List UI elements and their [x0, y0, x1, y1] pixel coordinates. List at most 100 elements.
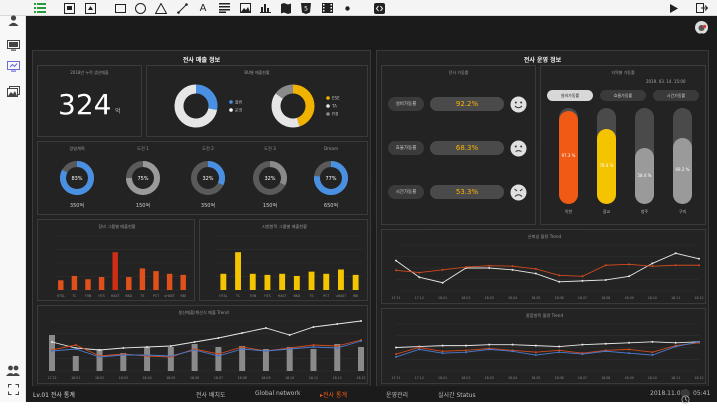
user-icon[interactable] [5, 12, 21, 28]
tick-label: 17.11 [391, 376, 400, 380]
nav-statistics[interactable]: ▸전사 통계 [320, 390, 347, 399]
bar [310, 349, 317, 371]
play-icon[interactable] [668, 2, 680, 14]
plan-percent: 77% [325, 176, 336, 182]
exit-icon[interactable] [695, 2, 709, 14]
circle-icon[interactable] [133, 2, 147, 14]
dashboard-canvas: 전사 매출 정보 2018년 누적 생산매출 324 억 BU별 매출현황 물류… [26, 16, 717, 402]
paragraph-icon[interactable] [217, 2, 231, 14]
cumulative-sales-value: 324 [58, 88, 112, 121]
data-point [241, 348, 244, 350]
bar [279, 273, 286, 290]
image-frame-icon[interactable] [62, 2, 76, 14]
series-line [395, 341, 700, 348]
group-icon[interactable] [5, 362, 21, 378]
tick-label: 18.06 [555, 376, 564, 380]
production-trend-panel: 생산매출/계산식 매출 Trend 17.12 18.01 18.02 18.03 18.… [37, 305, 368, 384]
tab-efficiency-rate[interactable]: 효율가동률 [600, 90, 646, 101]
line-icon[interactable] [175, 2, 189, 14]
nav-global-network[interactable]: Global network [255, 390, 300, 397]
bu-donut-slice [275, 84, 294, 99]
equipment-sales-panel: 장비 그룹별 매출현황 HTSL TC THB HTS HAST BKD TS PCT uHAST… [37, 219, 195, 301]
data-point [651, 265, 654, 268]
bu-donut-slice [292, 84, 315, 127]
combined-trend-panel: 종합항목 물량 Trend 17.11 17.12 18.01 18.02 18.03 18… [381, 308, 706, 384]
rate-label[interactable]: 설비가동률 [388, 97, 424, 111]
legend-dot [229, 108, 233, 112]
data-point [581, 353, 584, 356]
tick-label: 18.05 [166, 376, 175, 380]
tick-label: 18.09 [625, 376, 634, 380]
images-icon[interactable] [5, 83, 21, 99]
text-icon[interactable]: A [196, 2, 210, 14]
data-point [418, 348, 421, 351]
tick-label: 18.10 [285, 376, 294, 380]
avatar[interactable] [695, 21, 708, 34]
rate-value: 68.3% [430, 141, 504, 155]
rate-label[interactable]: 시간가동률 [388, 185, 424, 199]
rate-value: 53.3% [430, 185, 504, 199]
rectangle-icon[interactable] [113, 2, 127, 14]
operations-section-title: 전사 운영 정보 [523, 57, 562, 64]
data-point [651, 340, 654, 343]
screen-icon[interactable] [5, 58, 21, 74]
cumulative-sales-panel: 2018년 누적 생산매출 324 억 [37, 65, 142, 137]
tick-label: 18.11 [309, 376, 318, 380]
data-point [464, 351, 467, 354]
nav-realtime-status[interactable]: 실시간 Status [438, 390, 476, 399]
data-point [628, 341, 631, 344]
bu-donut-slice [271, 93, 300, 128]
legend-label: ESE [332, 96, 340, 101]
operations-section: 전사 운영 정보 전사 가동률 설비가동률 92.2% 효율가동률 68.3% … [376, 50, 709, 387]
tick-label: THB [84, 294, 92, 298]
list-view-icon[interactable] [33, 2, 47, 14]
nav-operations[interactable]: 운영관리 [386, 390, 408, 399]
tab-equipment-rate[interactable]: 설비가동률 [547, 90, 593, 101]
tick-label: RBI [353, 294, 358, 298]
tick-label: 18.01 [438, 296, 447, 300]
bar [286, 347, 293, 371]
bar-chart-icon[interactable] [258, 2, 272, 14]
html5-icon[interactable]: 5 [299, 2, 313, 14]
tick-label: 18.08 [238, 376, 247, 380]
tick-label: HTSL [219, 294, 227, 298]
regional-date: 2019. 03. 14. 15:00 [646, 79, 686, 84]
plan-label: 도전 2 [202, 145, 214, 151]
sales-section-title: 전사 매출 정보 [182, 57, 221, 64]
code-icon[interactable] [372, 2, 386, 14]
tick-label: RBI [181, 294, 186, 298]
rate-label[interactable]: 효율가동률 [388, 141, 424, 155]
bar [293, 275, 300, 290]
bar [72, 356, 79, 371]
data-point [604, 278, 607, 281]
image-icon[interactable] [238, 2, 252, 14]
screen-icon[interactable] [5, 37, 21, 53]
bar [49, 335, 55, 371]
data-point [217, 355, 220, 357]
nav-layout[interactable]: 전사 배치도 [196, 390, 226, 399]
triangle-icon[interactable] [154, 2, 168, 14]
series-line [395, 263, 699, 277]
legend-label: 운영 [235, 107, 243, 113]
tab-time-rate[interactable]: 시간가동률 [653, 90, 699, 101]
data-point [674, 345, 677, 348]
tick-label: uHAST [164, 294, 175, 298]
left-rail [0, 14, 26, 402]
bu-donut-charts: 물류운영 ESE TA FIB [174, 84, 340, 128]
tick-label: 17.11 [391, 296, 400, 300]
tick-label: 18.06 [190, 376, 199, 380]
data-point [534, 344, 537, 347]
data-point [169, 355, 172, 357]
regional-bar-label: 97.3 % [561, 152, 576, 158]
data-point [698, 264, 700, 267]
bar [112, 252, 118, 290]
fullscreen-icon[interactable] [5, 381, 21, 397]
map-icon[interactable] [279, 2, 293, 14]
bar [153, 271, 159, 290]
bar [264, 274, 271, 290]
bar [262, 349, 269, 371]
tick-label: 18.10 [648, 376, 657, 380]
video-icon[interactable] [320, 2, 334, 14]
dot-icon[interactable] [340, 2, 354, 14]
image-frame-icon[interactable] [83, 2, 97, 14]
